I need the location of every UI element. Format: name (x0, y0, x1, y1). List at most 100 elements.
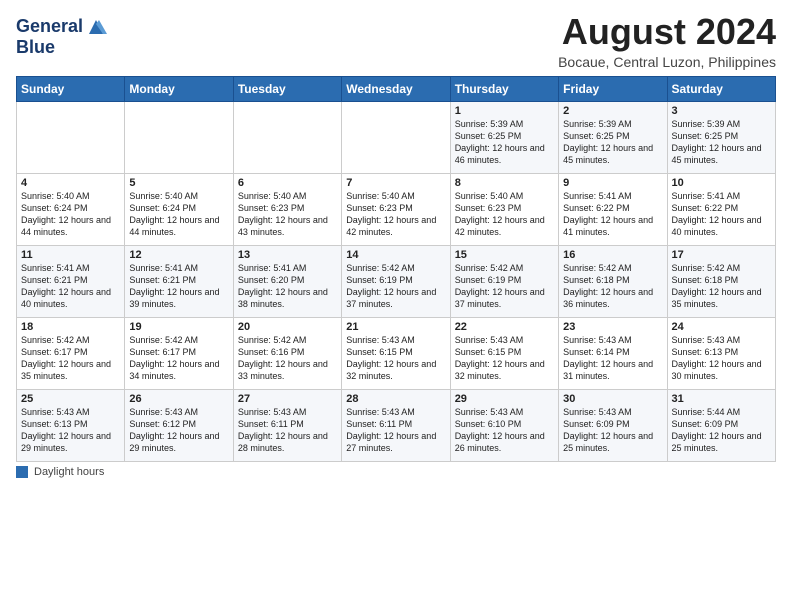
header-day-saturday: Saturday (667, 76, 775, 101)
day-number: 12 (129, 249, 228, 261)
day-info: Sunrise: 5:43 AM Sunset: 6:09 PM Dayligh… (563, 406, 662, 455)
day-info: Sunrise: 5:41 AM Sunset: 6:21 PM Dayligh… (129, 262, 228, 311)
day-info: Sunrise: 5:43 AM Sunset: 6:13 PM Dayligh… (21, 406, 120, 455)
day-info: Sunrise: 5:39 AM Sunset: 6:25 PM Dayligh… (455, 118, 554, 167)
day-info: Sunrise: 5:43 AM Sunset: 6:10 PM Dayligh… (455, 406, 554, 455)
day-info: Sunrise: 5:42 AM Sunset: 6:17 PM Dayligh… (129, 334, 228, 383)
calendar-header: SundayMondayTuesdayWednesdayThursdayFrid… (17, 76, 776, 101)
calendar-cell: 1Sunrise: 5:39 AM Sunset: 6:25 PM Daylig… (450, 101, 558, 173)
day-info: Sunrise: 5:40 AM Sunset: 6:24 PM Dayligh… (21, 190, 120, 239)
day-info: Sunrise: 5:43 AM Sunset: 6:14 PM Dayligh… (563, 334, 662, 383)
calendar-cell: 4Sunrise: 5:40 AM Sunset: 6:24 PM Daylig… (17, 173, 125, 245)
header-day-thursday: Thursday (450, 76, 558, 101)
week-row-5: 25Sunrise: 5:43 AM Sunset: 6:13 PM Dayli… (17, 389, 776, 461)
footer-label: Daylight hours (34, 466, 104, 478)
subtitle: Bocaue, Central Luzon, Philippines (558, 54, 776, 70)
calendar-cell (342, 101, 450, 173)
day-number: 5 (129, 177, 228, 189)
day-info: Sunrise: 5:41 AM Sunset: 6:22 PM Dayligh… (563, 190, 662, 239)
calendar-cell: 20Sunrise: 5:42 AM Sunset: 6:16 PM Dayli… (233, 317, 341, 389)
day-info: Sunrise: 5:42 AM Sunset: 6:16 PM Dayligh… (238, 334, 337, 383)
header-row: SundayMondayTuesdayWednesdayThursdayFrid… (17, 76, 776, 101)
day-number: 22 (455, 321, 554, 333)
day-number: 3 (672, 105, 771, 117)
day-number: 27 (238, 393, 337, 405)
calendar-cell: 2Sunrise: 5:39 AM Sunset: 6:25 PM Daylig… (559, 101, 667, 173)
day-number: 17 (672, 249, 771, 261)
day-info: Sunrise: 5:41 AM Sunset: 6:20 PM Dayligh… (238, 262, 337, 311)
day-number: 29 (455, 393, 554, 405)
calendar-cell: 16Sunrise: 5:42 AM Sunset: 6:18 PM Dayli… (559, 245, 667, 317)
calendar-table: SundayMondayTuesdayWednesdayThursdayFrid… (16, 76, 776, 462)
calendar-cell: 25Sunrise: 5:43 AM Sunset: 6:13 PM Dayli… (17, 389, 125, 461)
calendar-cell: 3Sunrise: 5:39 AM Sunset: 6:25 PM Daylig… (667, 101, 775, 173)
day-number: 4 (21, 177, 120, 189)
day-info: Sunrise: 5:39 AM Sunset: 6:25 PM Dayligh… (563, 118, 662, 167)
calendar-cell: 24Sunrise: 5:43 AM Sunset: 6:13 PM Dayli… (667, 317, 775, 389)
logo-text-general: General (16, 17, 83, 37)
day-number: 13 (238, 249, 337, 261)
calendar-cell: 6Sunrise: 5:40 AM Sunset: 6:23 PM Daylig… (233, 173, 341, 245)
day-info: Sunrise: 5:44 AM Sunset: 6:09 PM Dayligh… (672, 406, 771, 455)
calendar-cell: 29Sunrise: 5:43 AM Sunset: 6:10 PM Dayli… (450, 389, 558, 461)
header-day-monday: Monday (125, 76, 233, 101)
calendar-cell: 10Sunrise: 5:41 AM Sunset: 6:22 PM Dayli… (667, 173, 775, 245)
footer-dot (16, 466, 28, 478)
calendar-cell: 17Sunrise: 5:42 AM Sunset: 6:18 PM Dayli… (667, 245, 775, 317)
header-day-friday: Friday (559, 76, 667, 101)
day-number: 10 (672, 177, 771, 189)
week-row-3: 11Sunrise: 5:41 AM Sunset: 6:21 PM Dayli… (17, 245, 776, 317)
calendar-cell (125, 101, 233, 173)
day-number: 20 (238, 321, 337, 333)
calendar-cell: 11Sunrise: 5:41 AM Sunset: 6:21 PM Dayli… (17, 245, 125, 317)
day-number: 21 (346, 321, 445, 333)
week-row-2: 4Sunrise: 5:40 AM Sunset: 6:24 PM Daylig… (17, 173, 776, 245)
calendar-cell: 28Sunrise: 5:43 AM Sunset: 6:11 PM Dayli… (342, 389, 450, 461)
day-info: Sunrise: 5:43 AM Sunset: 6:15 PM Dayligh… (455, 334, 554, 383)
day-info: Sunrise: 5:43 AM Sunset: 6:11 PM Dayligh… (238, 406, 337, 455)
calendar-cell: 13Sunrise: 5:41 AM Sunset: 6:20 PM Dayli… (233, 245, 341, 317)
footer: Daylight hours (16, 466, 776, 478)
header: General Blue August 2024 Bocaue, Central… (16, 12, 776, 70)
day-number: 7 (346, 177, 445, 189)
day-info: Sunrise: 5:40 AM Sunset: 6:24 PM Dayligh… (129, 190, 228, 239)
day-number: 26 (129, 393, 228, 405)
header-day-tuesday: Tuesday (233, 76, 341, 101)
week-row-4: 18Sunrise: 5:42 AM Sunset: 6:17 PM Dayli… (17, 317, 776, 389)
calendar-cell: 5Sunrise: 5:40 AM Sunset: 6:24 PM Daylig… (125, 173, 233, 245)
logo-icon (85, 16, 107, 38)
calendar-cell: 21Sunrise: 5:43 AM Sunset: 6:15 PM Dayli… (342, 317, 450, 389)
day-number: 23 (563, 321, 662, 333)
calendar-cell: 12Sunrise: 5:41 AM Sunset: 6:21 PM Dayli… (125, 245, 233, 317)
logo-text-blue: Blue (16, 37, 55, 57)
calendar-cell: 19Sunrise: 5:42 AM Sunset: 6:17 PM Dayli… (125, 317, 233, 389)
calendar-cell: 27Sunrise: 5:43 AM Sunset: 6:11 PM Dayli… (233, 389, 341, 461)
day-info: Sunrise: 5:40 AM Sunset: 6:23 PM Dayligh… (455, 190, 554, 239)
day-info: Sunrise: 5:43 AM Sunset: 6:13 PM Dayligh… (672, 334, 771, 383)
calendar-cell: 30Sunrise: 5:43 AM Sunset: 6:09 PM Dayli… (559, 389, 667, 461)
day-number: 6 (238, 177, 337, 189)
day-info: Sunrise: 5:40 AM Sunset: 6:23 PM Dayligh… (238, 190, 337, 239)
day-number: 1 (455, 105, 554, 117)
day-number: 2 (563, 105, 662, 117)
day-number: 31 (672, 393, 771, 405)
day-number: 8 (455, 177, 554, 189)
main-title: August 2024 (558, 12, 776, 52)
calendar-cell: 15Sunrise: 5:42 AM Sunset: 6:19 PM Dayli… (450, 245, 558, 317)
calendar-body: 1Sunrise: 5:39 AM Sunset: 6:25 PM Daylig… (17, 101, 776, 461)
day-info: Sunrise: 5:43 AM Sunset: 6:12 PM Dayligh… (129, 406, 228, 455)
day-number: 15 (455, 249, 554, 261)
logo: General Blue (16, 16, 107, 58)
calendar-cell: 8Sunrise: 5:40 AM Sunset: 6:23 PM Daylig… (450, 173, 558, 245)
calendar-cell: 18Sunrise: 5:42 AM Sunset: 6:17 PM Dayli… (17, 317, 125, 389)
calendar-cell (233, 101, 341, 173)
day-info: Sunrise: 5:40 AM Sunset: 6:23 PM Dayligh… (346, 190, 445, 239)
day-info: Sunrise: 5:42 AM Sunset: 6:18 PM Dayligh… (672, 262, 771, 311)
title-block: August 2024 Bocaue, Central Luzon, Phili… (558, 12, 776, 70)
calendar-cell: 14Sunrise: 5:42 AM Sunset: 6:19 PM Dayli… (342, 245, 450, 317)
day-info: Sunrise: 5:41 AM Sunset: 6:21 PM Dayligh… (21, 262, 120, 311)
calendar-cell: 7Sunrise: 5:40 AM Sunset: 6:23 PM Daylig… (342, 173, 450, 245)
header-day-wednesday: Wednesday (342, 76, 450, 101)
day-number: 16 (563, 249, 662, 261)
day-number: 11 (21, 249, 120, 261)
